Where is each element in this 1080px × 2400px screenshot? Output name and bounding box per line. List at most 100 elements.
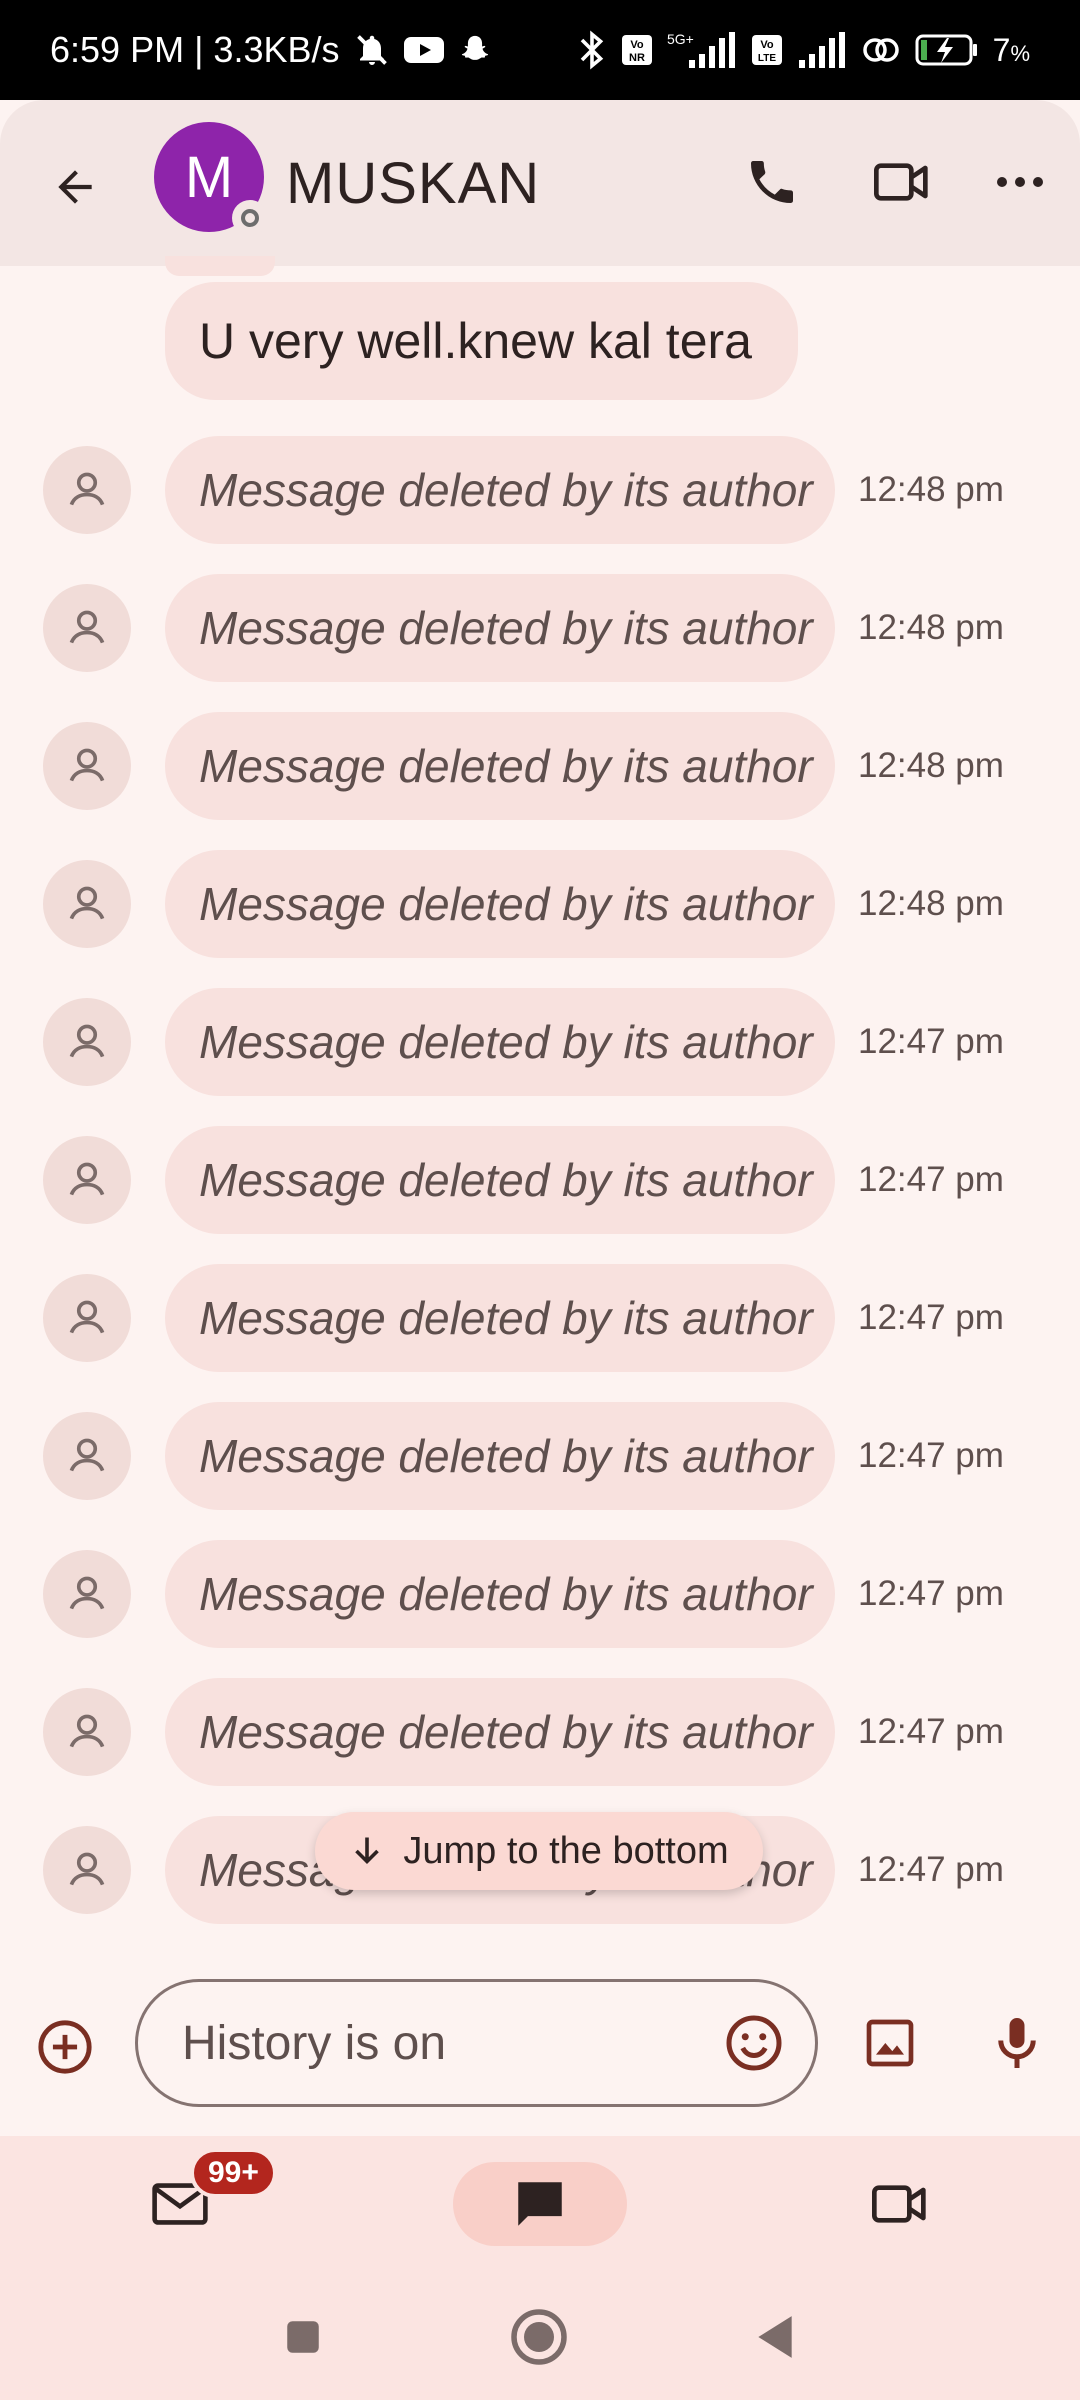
message-row: Message deleted by its author 12:48 pm — [0, 712, 1080, 820]
square-icon — [287, 2321, 319, 2353]
image-icon — [866, 2019, 914, 2067]
conversation-header: M MUSKAN — [0, 100, 1080, 266]
deleted-message-bubble[interactable]: Message deleted by its author — [165, 1402, 835, 1510]
sender-avatar[interactable] — [43, 1826, 131, 1914]
contact-name[interactable]: MUSKAN — [286, 150, 540, 217]
contact-avatar[interactable]: M — [154, 122, 268, 236]
triangle-back-icon — [758, 2316, 792, 2358]
battery-percent: 7% — [992, 31, 1030, 68]
message-timestamp: 12:47 pm — [858, 1022, 1004, 1061]
recents-button[interactable] — [268, 2302, 338, 2372]
message-row: Message deleted by its author 12:47 pm — [0, 1264, 1080, 1372]
hotspot-icon — [861, 32, 901, 68]
status-bar: 6:59 PM | 3.3KB/s Vo NR 5G+ Vo LTE 7% — [0, 0, 1080, 100]
sender-avatar[interactable] — [43, 860, 131, 948]
back-arrow-icon — [58, 170, 92, 204]
message-timestamp: 12:47 pm — [858, 1850, 1004, 1889]
message-row: Message deleted by its author 12:48 pm — [0, 574, 1080, 682]
message-row: Message deleted by its author 12:48 pm — [0, 850, 1080, 958]
jump-to-bottom-label: Jump to the bottom — [403, 1829, 729, 1872]
presence-indicator — [232, 200, 268, 236]
message-timestamp: 12:47 pm — [858, 1712, 1004, 1751]
message-row: Message deleted by its author 12:47 pm — [0, 1540, 1080, 1648]
message-row: Message deleted by its author 12:47 pm — [0, 988, 1080, 1096]
arrow-down-icon — [355, 1837, 380, 1865]
person-icon — [69, 1300, 105, 1334]
mic-icon — [998, 2018, 1036, 2068]
jump-to-bottom-button[interactable]: Jump to the bottom — [315, 1812, 763, 1890]
svg-text:5G+: 5G+ — [667, 31, 694, 47]
svg-text:Vo: Vo — [760, 39, 774, 51]
deleted-message-bubble[interactable]: Message deleted by its author — [165, 574, 835, 682]
sender-avatar[interactable] — [43, 446, 131, 534]
person-icon — [69, 886, 105, 920]
call-button[interactable] — [732, 142, 812, 222]
svg-text:NR: NR — [629, 52, 645, 64]
person-icon — [69, 1024, 105, 1058]
sender-avatar[interactable] — [43, 998, 131, 1086]
deleted-message-bubble[interactable]: Message deleted by its author — [165, 436, 835, 544]
sender-avatar[interactable] — [43, 1412, 131, 1500]
deleted-message-bubble[interactable]: Message deleted by its author — [165, 1540, 835, 1648]
svg-text:LTE: LTE — [758, 53, 776, 64]
bluetooth-icon — [577, 30, 607, 70]
sender-avatar[interactable] — [43, 584, 131, 672]
home-button[interactable] — [504, 2302, 574, 2372]
message-bubble-fragment — [165, 256, 275, 276]
video-call-button[interactable] — [862, 142, 942, 222]
sender-avatar[interactable] — [43, 1688, 131, 1776]
person-icon — [69, 1714, 105, 1748]
unread-badge: 99+ — [190, 2148, 277, 2198]
message-row: Message deleted by its author 12:48 pm — [0, 436, 1080, 544]
person-icon — [69, 748, 105, 782]
back-nav-button[interactable] — [740, 2302, 810, 2372]
message-timestamp: 12:48 pm — [858, 746, 1004, 785]
deleted-message-bubble[interactable]: Message deleted by its author — [165, 850, 835, 958]
volte-icon: Vo LTE — [751, 34, 783, 66]
avatar-letter: M — [184, 144, 234, 210]
message-timestamp: 12:47 pm — [858, 1160, 1004, 1199]
message-input[interactable]: History is on — [135, 1979, 818, 2107]
message-list: U very well.knew kal tera Message delete… — [0, 256, 1080, 1966]
gallery-button[interactable] — [855, 2008, 925, 2078]
mute-bell-icon — [354, 32, 390, 68]
vonr-icon: Vo NR — [621, 34, 653, 66]
more-options-button[interactable] — [980, 142, 1060, 222]
sender-avatar[interactable] — [43, 1274, 131, 1362]
chat-screen: 6:59 PM | 3.3KB/s Vo NR 5G+ Vo LTE 7% M … — [0, 0, 1080, 2400]
deleted-message-bubble[interactable]: Message deleted by its author — [165, 1264, 835, 1372]
person-icon — [69, 1852, 105, 1886]
back-button[interactable] — [40, 152, 110, 222]
person-icon — [69, 1576, 105, 1610]
add-attachment-button[interactable] — [30, 2012, 100, 2082]
bottom-navigation: 99+ — [0, 2136, 1080, 2272]
snapchat-icon — [458, 33, 492, 67]
message-input-placeholder: History is on — [182, 2016, 447, 2070]
emoji-icon — [726, 2015, 782, 2071]
status-left: 6:59 PM | 3.3KB/s — [50, 29, 492, 71]
add-circle-icon — [38, 2020, 92, 2074]
signal-bars-icon — [797, 30, 847, 70]
person-icon — [69, 610, 105, 644]
voice-input-button[interactable] — [982, 2008, 1052, 2078]
deleted-message-bubble[interactable]: Message deleted by its author — [165, 712, 835, 820]
emoji-button[interactable] — [719, 2008, 789, 2078]
youtube-icon — [403, 35, 444, 65]
nav-meet[interactable] — [860, 2162, 940, 2246]
person-icon — [69, 472, 105, 506]
message-bubble[interactable]: U very well.knew kal tera — [165, 282, 798, 400]
sender-avatar[interactable] — [43, 722, 131, 810]
message-timestamp: 12:47 pm — [858, 1298, 1004, 1337]
sender-avatar[interactable] — [43, 1136, 131, 1224]
message-timestamp: 12:48 pm — [858, 608, 1004, 647]
video-camera-icon — [873, 163, 928, 201]
deleted-message-bubble[interactable]: Message deleted by its author — [165, 1678, 835, 1786]
sender-avatar[interactable] — [43, 1550, 131, 1638]
message-timestamp: 12:47 pm — [858, 1436, 1004, 1475]
nav-chat[interactable] — [453, 2162, 627, 2246]
message-composer: History is on — [0, 1966, 1080, 2136]
deleted-message-bubble[interactable]: Message deleted by its author — [165, 1126, 835, 1234]
deleted-message-bubble[interactable]: Message deleted by its author — [165, 988, 835, 1096]
message-timestamp: 12:48 pm — [858, 884, 1004, 923]
more-horiz-icon — [997, 177, 1043, 187]
